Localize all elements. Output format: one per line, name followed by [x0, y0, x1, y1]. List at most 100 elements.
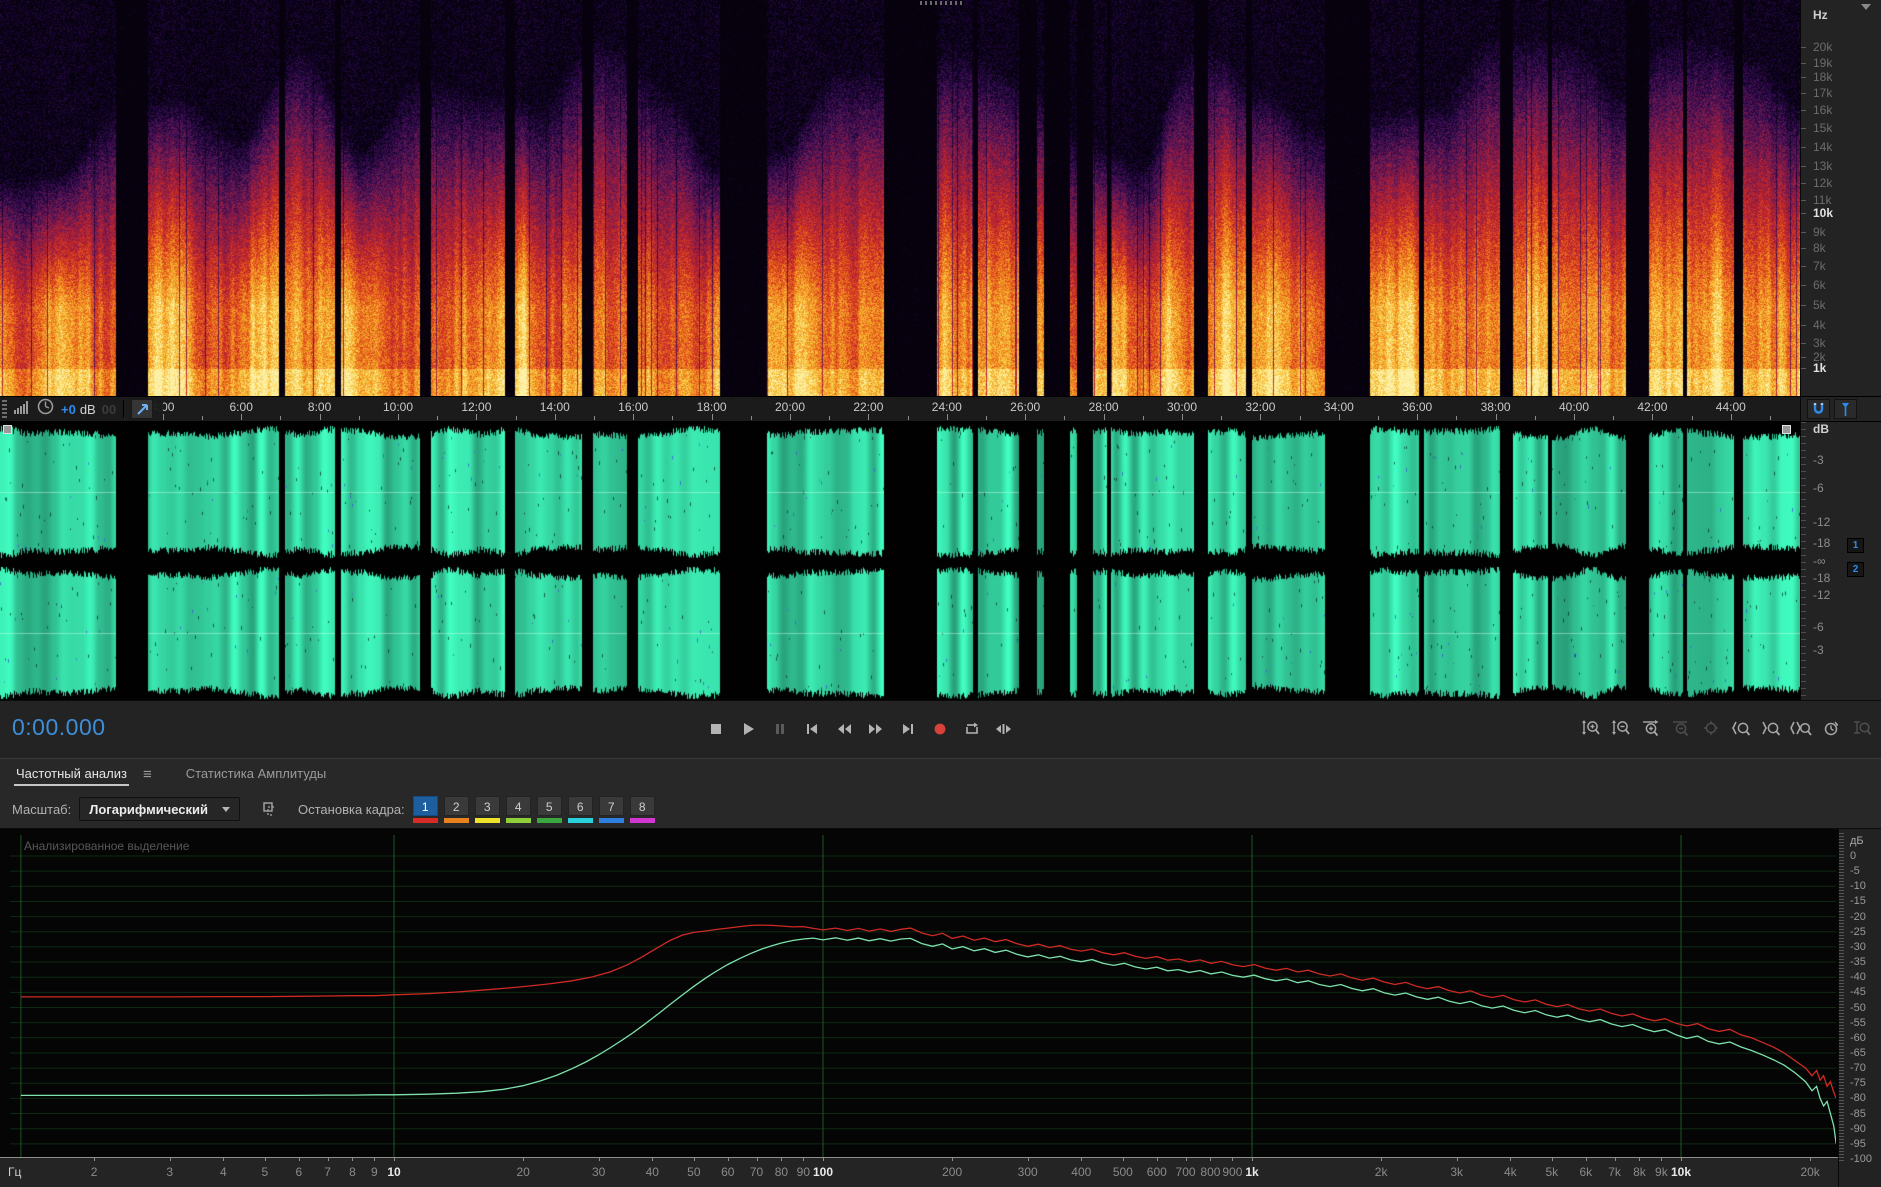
- hold-slot-8: 8: [629, 795, 655, 823]
- waveform-row: dB 1 2 -3 -6 -12 -18 -∞ -18 -12 -6 -3: [0, 422, 1881, 700]
- zoom-duration-button[interactable]: [1818, 717, 1843, 739]
- marker-pin-button[interactable]: [1834, 399, 1857, 419]
- copy-graph-button[interactable]: [256, 798, 280, 820]
- zoom-out-point-button[interactable]: [1758, 717, 1783, 739]
- amplitude-scale-ruler[interactable]: dB 1 2 -3 -6 -12 -18 -∞ -18 -12 -6 -3: [1800, 422, 1881, 700]
- frequency-scale-label: 15k: [1813, 121, 1833, 135]
- frequency-scale-label: 9k: [1813, 225, 1826, 239]
- hold-slot-6: 6: [567, 795, 593, 823]
- hold-color-swatch: [629, 817, 655, 823]
- frequency-axis-tick: [523, 1157, 525, 1161]
- timeline-tick: [829, 416, 831, 420]
- frequency-axis-label: 300: [1017, 1165, 1038, 1179]
- rewind-button[interactable]: [831, 718, 856, 740]
- chevron-down-icon[interactable]: [1861, 4, 1871, 10]
- frequency-axis-label: 50: [687, 1165, 701, 1179]
- frequency-scale-label: 10k: [1813, 206, 1834, 220]
- frequency-tick: [1801, 285, 1806, 286]
- timeline-ruler[interactable]: +0 dB 00 4:006:008:0010:0012:0014:0016:0…: [0, 397, 1800, 421]
- panel-menu-icon[interactable]: ≡: [143, 766, 152, 783]
- scale-mode-select[interactable]: Логарифмический: [79, 797, 241, 821]
- amplitude-scale-ticks: [1801, 422, 1806, 700]
- zoom-in-time-button[interactable]: [1638, 717, 1663, 739]
- skip-to-end-button[interactable]: [895, 718, 920, 740]
- frequency-axis-tick: [223, 1157, 225, 1161]
- frequency-scale-label: 17k: [1813, 86, 1833, 100]
- frequency-axis-tick: [327, 1157, 329, 1161]
- gain-ghost-value: 00: [101, 401, 117, 417]
- skip-selection-button[interactable]: [991, 718, 1016, 740]
- hold-button-1[interactable]: 1: [412, 795, 438, 816]
- hold-button-6[interactable]: 6: [567, 795, 593, 816]
- db-axis-label: 0: [1850, 850, 1857, 862]
- channel-2-badge[interactable]: 2: [1847, 562, 1864, 577]
- frequency-axis-label: 100: [812, 1165, 834, 1179]
- tab-amplitude-statistics[interactable]: Статистика Амплитуды: [184, 760, 328, 790]
- timeline-label: 24:00: [931, 400, 962, 414]
- frequency-axis-label: 4: [219, 1165, 227, 1179]
- db-axis-label: -50: [1850, 1001, 1866, 1014]
- fade-in-handle[interactable]: [3, 425, 12, 434]
- hold-button-7[interactable]: 7: [598, 795, 624, 816]
- graph-frequency-axis[interactable]: Гц 2 3 4 5 6 7 8 9 10 20 30 40 50 60 70 80 90 100 200 300 40…: [0, 1157, 1838, 1187]
- toolbar-divider: [123, 400, 125, 418]
- graph-db-scale[interactable]: дБ 0 -5 -10 -15 -20 -25 -30 -35 -40 -45 -50 -55 -60 -…: [1838, 829, 1881, 1187]
- zoom-in-amplitude-button[interactable]: [1578, 717, 1603, 739]
- zoom-out-amplitude-button[interactable]: [1608, 717, 1633, 739]
- waveform-display[interactable]: [0, 422, 1800, 700]
- hold-button-4[interactable]: 4: [505, 795, 531, 816]
- zoom-selection-button[interactable]: [1788, 717, 1813, 739]
- analysis-tabs: Частотный анализ ≡ Статистика Амплитуды: [0, 758, 1881, 790]
- move-playhead-button[interactable]: [131, 399, 154, 419]
- loop-playback-button[interactable]: [959, 718, 984, 740]
- timeline-tick: [1730, 414, 1732, 420]
- db-axis-label: -10: [1850, 880, 1866, 893]
- record-button[interactable]: [927, 718, 952, 740]
- frequency-axis-label: 400: [1071, 1165, 1092, 1179]
- snap-magnet-button[interactable]: [1807, 399, 1830, 419]
- toolbar-grip-icon[interactable]: [2, 400, 7, 418]
- frequency-axis-label: 5: [261, 1165, 269, 1179]
- timeline-label: 36:00: [1402, 400, 1433, 414]
- frequency-scale-unit: Hz: [1813, 8, 1828, 22]
- frequency-analysis-graph: Анализированное выделение дБ 0 -5 -10 -15 -2…: [0, 828, 1881, 1187]
- fast-forward-button[interactable]: [863, 718, 888, 740]
- hold-button-3[interactable]: 3: [474, 795, 500, 816]
- frequency-tick: [1801, 305, 1806, 306]
- hold-button-8[interactable]: 8: [629, 795, 655, 816]
- zoom-full-button: [1848, 717, 1873, 739]
- timeline-label: 26:00: [1010, 400, 1041, 414]
- play-button[interactable]: [735, 718, 760, 740]
- frequency-axis-label: 10k: [1670, 1165, 1692, 1179]
- frequency-scale-label: 3k: [1813, 336, 1826, 350]
- panel-drag-grip[interactable]: [920, 1, 962, 5]
- spectrogram-display[interactable]: [0, 0, 1800, 396]
- timeline-tick: [398, 414, 399, 420]
- frequency-axis-label: 900: [1222, 1165, 1243, 1179]
- hold-color-swatch: [505, 817, 531, 823]
- timeline-tick: [1770, 416, 1771, 420]
- channel-1-badge[interactable]: 1: [1847, 538, 1864, 553]
- skip-to-start-button[interactable]: [799, 718, 824, 740]
- fade-out-handle[interactable]: [1782, 425, 1791, 434]
- stop-button[interactable]: [703, 718, 728, 740]
- tab-frequency-analysis[interactable]: Частотный анализ: [14, 760, 129, 790]
- zoom-in-point-button[interactable]: [1728, 717, 1753, 739]
- clock-icon[interactable]: [37, 398, 54, 420]
- db-axis-label: -65: [1850, 1046, 1866, 1059]
- frequency-scale-label: 13k: [1813, 159, 1833, 173]
- frequency-scale-label: 14k: [1813, 140, 1833, 154]
- timeline-tick: [1691, 416, 1693, 420]
- timeline-tick: [633, 414, 635, 420]
- time-display[interactable]: 0:00.000: [12, 714, 106, 741]
- hold-color-swatch: [536, 817, 562, 823]
- hold-button-2[interactable]: 2: [443, 795, 469, 816]
- db-axis-label: -15: [1850, 895, 1866, 908]
- gain-hud[interactable]: +0 dB 00: [61, 402, 116, 417]
- frequency-scale-ruler[interactable]: Hz 20k 19k 18k 17k 16k 15k 14k 13k 12k 11k 10k 9k 8k…: [1800, 0, 1881, 396]
- frequency-tick: [1801, 128, 1806, 129]
- timeline-tick: [241, 414, 243, 420]
- frequency-axis-label: 3: [166, 1165, 174, 1179]
- scale-mode-value: Логарифмический: [89, 801, 209, 817]
- hold-button-5[interactable]: 5: [536, 795, 562, 816]
